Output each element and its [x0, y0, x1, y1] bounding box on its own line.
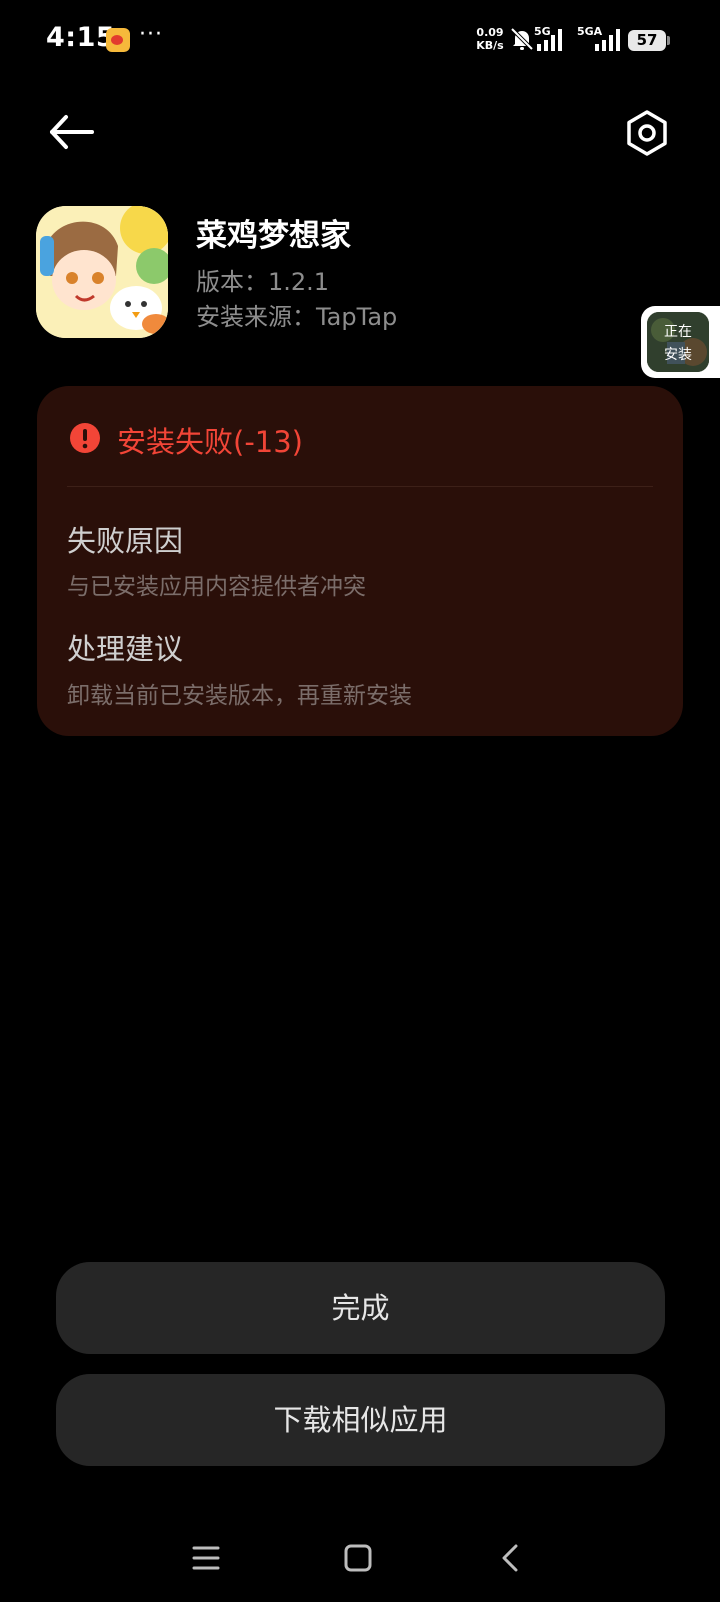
done-button[interactable]: 完成: [56, 1262, 665, 1354]
network-speed-value: 0.09: [476, 26, 504, 39]
error-title: 安装失败(-13): [117, 425, 303, 459]
exclamation-circle-icon: [70, 423, 100, 453]
app-install-source: 安装来源：TapTap: [196, 303, 398, 331]
advice-title: 处理建议: [67, 632, 184, 666]
failure-reason-title: 失败原因: [67, 524, 184, 558]
app-icon: [36, 206, 168, 338]
installing-label: 正在 安装: [647, 321, 709, 367]
home-square-icon[interactable]: [338, 1538, 378, 1578]
sim1-signal-icon: [537, 29, 562, 51]
advice-desc: 卸载当前已安装版本，再重新安装: [67, 683, 412, 709]
weibo-notification-icon: [106, 28, 130, 52]
settings-icon[interactable]: [620, 106, 674, 160]
more-notifications-icon: ···: [139, 22, 163, 47]
app-name: 菜鸡梦想家: [196, 218, 351, 254]
bell-muted-icon: [510, 27, 534, 51]
network-speed-unit: KB/s: [476, 39, 504, 52]
installing-label-line2: 安装: [664, 347, 692, 363]
sim2-signal-icon: [595, 29, 620, 51]
nav-back-chevron-icon[interactable]: [490, 1538, 530, 1578]
download-similar-button[interactable]: 下载相似应用: [56, 1374, 665, 1466]
battery-indicator: 57: [628, 30, 666, 51]
divider: [67, 486, 653, 487]
failure-reason-desc: 与已安装应用内容提供者冲突: [67, 574, 366, 600]
battery-tip: [667, 36, 670, 45]
install-error-card: 安装失败(-13) 失败原因 与已安装应用内容提供者冲突 处理建议 卸载当前已安…: [37, 386, 683, 736]
network-speed: 0.09 KB/s: [473, 26, 507, 52]
status-time: 4:15: [46, 22, 116, 53]
app-version: 版本：1.2.1: [196, 268, 330, 296]
installing-label-line1: 正在: [664, 324, 692, 340]
installing-floating-widget[interactable]: 正在 安装: [641, 306, 720, 378]
status-bar: 4:15 ··· 0.09 KB/s 5G 5GA 57: [0, 0, 720, 80]
menu-icon[interactable]: [186, 1538, 226, 1578]
back-arrow-icon[interactable]: [44, 104, 100, 160]
installing-thumbnail: 正在 安装: [647, 312, 709, 372]
